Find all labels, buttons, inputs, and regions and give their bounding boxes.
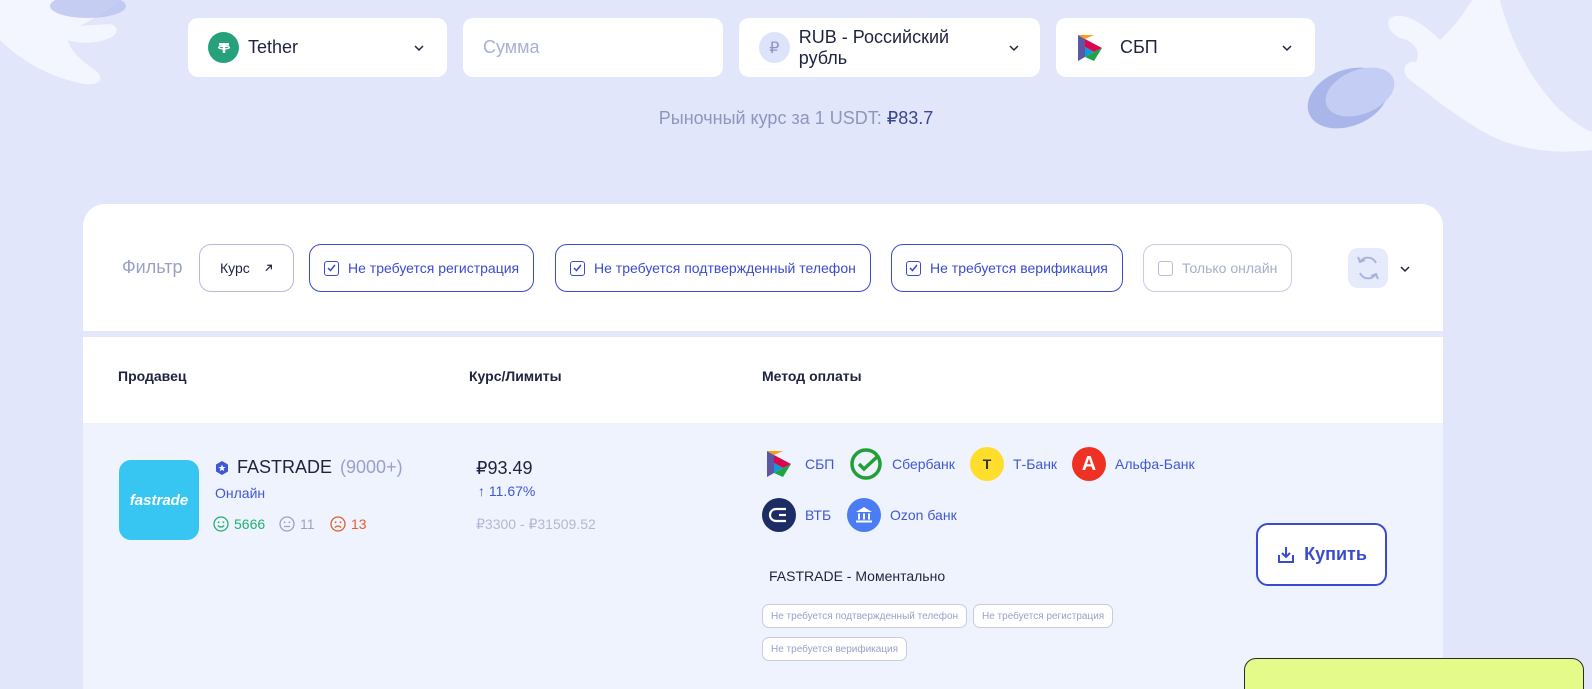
payment-select-label: СБП [1120, 37, 1158, 57]
offer-limits: ₽3300 - ₽31509.52 [476, 516, 596, 532]
checkbox-checked-icon [570, 260, 585, 276]
tbank-icon: Т [970, 447, 1004, 481]
buy-button-label: Купить [1304, 544, 1367, 564]
method-sberbank: Сбербанк [849, 447, 955, 481]
chat-widget-panel[interactable] [1244, 658, 1584, 689]
header-rate: Курс/Лимиты [469, 368, 562, 384]
price-change-value: 11.67% [488, 483, 536, 499]
filter-chip-label: Не требуется верификация [930, 260, 1108, 276]
market-rate-value: ₽83.7 [886, 108, 934, 128]
method-alfabank: А Альфа-Банк [1072, 447, 1195, 481]
verified-badge-icon [216, 460, 228, 475]
filter-bar: Фильтр Курс Не требуется регистрация Не … [83, 204, 1443, 332]
feedback-positive: 5666 [213, 516, 265, 532]
sbp-icon [1078, 34, 1102, 61]
sbp-icon [762, 447, 796, 481]
offer-row: fastrade FASTRADE (9000+) Онлайн 5666 11… [83, 423, 1443, 689]
hand-illustration-right [1307, 0, 1592, 152]
filter-no-registration[interactable]: Не требуется регистрация [309, 244, 535, 292]
filter-chip-label: Не требуется подтвержденный телефон [594, 260, 856, 276]
sort-by-rate-button[interactable]: Курс [199, 244, 294, 292]
feedback-negative: 13 [330, 516, 367, 532]
header-seller: Продавец [118, 368, 187, 384]
offer-description: FASTRADE - Моментально [769, 568, 946, 584]
price-change: ↑ 11.67% [478, 483, 535, 499]
market-rate-label: Рыночный курс за 1 USDT: [658, 108, 882, 128]
ruble-icon: ₽ [759, 32, 790, 63]
feedback-neutral-count: 11 [300, 516, 315, 532]
bank-icon [847, 498, 881, 532]
fiat-select-label: RUB - Российский рубль [798, 26, 950, 68]
filter-online-only[interactable]: Только онлайн [1143, 244, 1293, 292]
filter-chip-label: Только онлайн [1182, 260, 1278, 276]
refresh-button[interactable] [1348, 248, 1388, 288]
seller-name[interactable]: FASTRADE (9000+) [215, 457, 403, 478]
offer-tag: Не требуется подтвержденный телефон [762, 604, 968, 628]
vtb-icon [762, 498, 796, 532]
method-label: Т-Банк [1013, 456, 1058, 472]
smile-happy-icon [213, 516, 229, 532]
market-rate: Рыночный курс за 1 USDT: ₽83.7 [0, 108, 1592, 129]
arrow-up-icon: ↑ [478, 483, 485, 499]
method-label: ВТБ [805, 507, 832, 523]
amount-input[interactable] [483, 37, 703, 58]
offer-price: ₽93.49 [476, 458, 533, 478]
sberbank-icon [849, 447, 883, 481]
offer-tag: Не требуется регистрация [973, 604, 1114, 628]
buy-button[interactable]: Купить [1256, 523, 1387, 586]
arrow-up-right-icon [265, 264, 272, 272]
alfabank-icon: А [1072, 447, 1106, 481]
seller-deal-count: (9000+) [340, 457, 403, 477]
chevron-down-icon [414, 45, 424, 52]
amount-field[interactable] [463, 18, 723, 77]
currency-select-label: Tether [248, 37, 299, 57]
offers-card: Фильтр Курс Не требуется регистрация Не … [83, 204, 1443, 689]
method-label: Альфа-Банк [1115, 456, 1195, 472]
method-ozon-bank: Ozon банк [847, 498, 957, 532]
chevron-down-icon[interactable] [1399, 263, 1411, 275]
method-tbank: Т Т-Банк [970, 447, 1057, 481]
download-tray-icon [1278, 546, 1295, 563]
feedback-neutral: 11 [279, 516, 315, 532]
method-label: Ozon банк [890, 507, 957, 523]
smile-neutral-icon [279, 516, 295, 532]
filter-chip-label: Не требуется регистрация [348, 260, 520, 276]
seller-logo-text: fastrade [129, 491, 189, 509]
seller-logo: fastrade [119, 460, 199, 540]
chevron-down-icon [1282, 45, 1292, 52]
chevron-down-icon [1009, 44, 1019, 51]
method-vtb: ВТБ [762, 498, 831, 532]
hand-illustration-left [0, 0, 126, 85]
payment-select[interactable]: СБП [1056, 18, 1315, 77]
fiat-select[interactable]: ₽ RUB - Российский рубль [739, 18, 1040, 77]
tether-icon [208, 32, 239, 63]
sort-label: Курс [220, 260, 250, 276]
header-method: Метод оплаты [762, 368, 862, 384]
checkbox-unchecked-icon [1158, 260, 1173, 276]
feedback-positive-count: 5666 [234, 516, 266, 532]
table-header: Продавец Курс/Лимиты Метод оплаты [83, 337, 1443, 423]
seller-status: Онлайн [215, 485, 266, 501]
filter-no-verification[interactable]: Не требуется верификация [891, 244, 1123, 292]
refresh-icon [1357, 256, 1379, 280]
method-label: СБП [805, 456, 835, 472]
method-label: Сбербанк [892, 456, 955, 472]
seller-name-text: FASTRADE [237, 457, 333, 477]
checkbox-checked-icon [906, 260, 921, 276]
smile-sad-icon [330, 516, 346, 532]
feedback-negative-count: 13 [351, 516, 367, 532]
offer-tag: Не требуется верификация [762, 637, 908, 661]
filter-no-verified-phone[interactable]: Не требуется подтвержденный телефон [555, 244, 871, 292]
method-sbp: СБП [762, 447, 834, 481]
currency-select[interactable]: Tether [188, 18, 447, 77]
filter-label: Фильтр [122, 257, 183, 277]
checkbox-checked-icon [324, 260, 339, 276]
